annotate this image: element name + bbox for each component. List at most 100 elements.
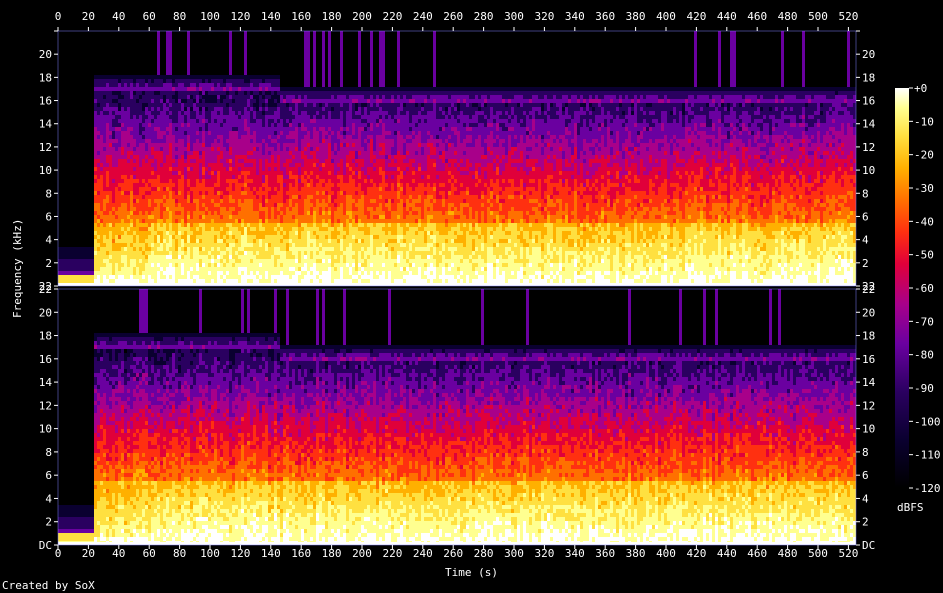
spectrogram-cell [139, 131, 142, 135]
spectrogram-cell [286, 147, 289, 151]
spectrogram-cell [283, 211, 286, 215]
spectrogram-cell [211, 275, 214, 279]
spectrogram-cell [274, 127, 277, 131]
spectrogram-cell [274, 251, 277, 255]
spectrogram-cell [325, 163, 328, 167]
spectrogram-cell [310, 115, 313, 119]
spectrogram-cell [190, 135, 193, 139]
spectrogram-cell [214, 187, 217, 191]
spectrogram-cell [331, 243, 334, 247]
spectrogram-cell [307, 151, 310, 155]
spectrogram-cell [109, 115, 112, 119]
spectrogram-cell [349, 227, 352, 231]
spectrogram-cell [163, 107, 166, 111]
spectrogram-cell [256, 243, 259, 247]
spectrogram-cell [103, 259, 106, 263]
spectrogram-cell [169, 119, 172, 123]
spectrogram-cell [355, 119, 358, 123]
spectrogram-cell [340, 83, 343, 87]
spectrogram-cell [100, 163, 103, 167]
spectrogram-cell [250, 91, 253, 95]
spectrogram-cell [349, 219, 352, 223]
spectrogram-cell [277, 251, 280, 255]
spectrogram-cell [139, 75, 142, 79]
spectrogram-cell [190, 75, 193, 79]
spectrogram-cell [310, 103, 313, 107]
spectrogram-cell [283, 111, 286, 115]
spectrogram-cell [115, 91, 118, 95]
spectrogram-cell [103, 267, 106, 271]
spectrogram-cell [118, 167, 121, 171]
spectrogram-cell [211, 139, 214, 143]
spectrogram-cell [193, 195, 196, 199]
spectrogram-cell [313, 99, 316, 103]
spectrogram-cell [148, 103, 151, 107]
spectrogram-cell [169, 219, 172, 223]
spectrogram-cell [160, 207, 163, 211]
spectrogram-cell [313, 123, 316, 127]
spectrogram-cell [205, 255, 208, 259]
spectrogram-cell [355, 199, 358, 203]
spectrogram-cell [211, 123, 214, 127]
spectrogram-cell [232, 223, 235, 227]
spectrogram-cell [133, 243, 136, 247]
spectrogram-cell [316, 163, 319, 167]
spectrogram-cell [352, 231, 355, 235]
spectrogram-cell [256, 95, 259, 99]
spectrogram-cell [121, 231, 124, 235]
spectrogram-cell [175, 139, 178, 143]
spectrogram-cell [274, 75, 277, 79]
spectrogram-cell [193, 239, 196, 243]
spectrogram-cell [232, 139, 235, 143]
spectrogram-cell [160, 179, 163, 183]
spectrogram-cell [262, 111, 265, 115]
spectrogram-cell [118, 179, 121, 183]
spectrogram-cell [127, 227, 130, 231]
spectrogram-cell [199, 275, 202, 279]
spectrogram-cell [118, 271, 121, 275]
spectrogram-cell [226, 115, 229, 119]
spectrogram-cell [328, 135, 331, 139]
spectrogram-cell [319, 151, 322, 155]
spectrogram-cell [343, 175, 346, 179]
spectrogram-cell [241, 219, 244, 223]
spectrogram-cell [223, 87, 226, 91]
spectrogram-cell [262, 123, 265, 127]
spectrogram-cell [184, 247, 187, 251]
spectrogram-cell [274, 207, 277, 211]
spectrogram-cell [97, 235, 100, 239]
spectrogram-cell [316, 251, 319, 255]
spectrogram-cell [217, 123, 220, 127]
spectrogram-cell [283, 87, 286, 91]
spectrogram-cell [280, 223, 283, 227]
spectrogram-cell [64, 271, 67, 275]
spectrogram-cell [322, 227, 325, 231]
spectrogram-cell [130, 183, 133, 187]
spectrogram-cell [157, 267, 160, 271]
spectrogram-cell [322, 95, 325, 99]
spectrogram-cell [325, 95, 328, 99]
spectrogram-cell [256, 255, 259, 259]
spectrogram-cell [184, 275, 187, 279]
spectrogram-cell [118, 175, 121, 179]
spectrogram-cell [277, 239, 280, 243]
spectrogram-cell [196, 163, 199, 167]
spectrogram-cell [220, 239, 223, 243]
spectrogram-cell [238, 99, 241, 103]
spectrogram-cell [202, 167, 205, 171]
spectrogram-cell [259, 171, 262, 175]
spectrogram-cell [202, 143, 205, 147]
spectrogram-cell [328, 115, 331, 119]
spectrogram-cell [343, 131, 346, 135]
spectrogram-cell [166, 95, 169, 99]
spectrogram-cell [88, 275, 91, 279]
spectrogram-cell [202, 83, 205, 87]
spectrogram-cell [322, 255, 325, 259]
spectrogram-cell [154, 127, 157, 131]
spectrogram-cell [136, 75, 139, 79]
spectrogram-cell [271, 179, 274, 183]
spectrogram-cell [175, 231, 178, 235]
spectrogram-cell [310, 203, 313, 207]
spectrogram-cell [310, 135, 313, 139]
spectrogram-cell [196, 119, 199, 123]
